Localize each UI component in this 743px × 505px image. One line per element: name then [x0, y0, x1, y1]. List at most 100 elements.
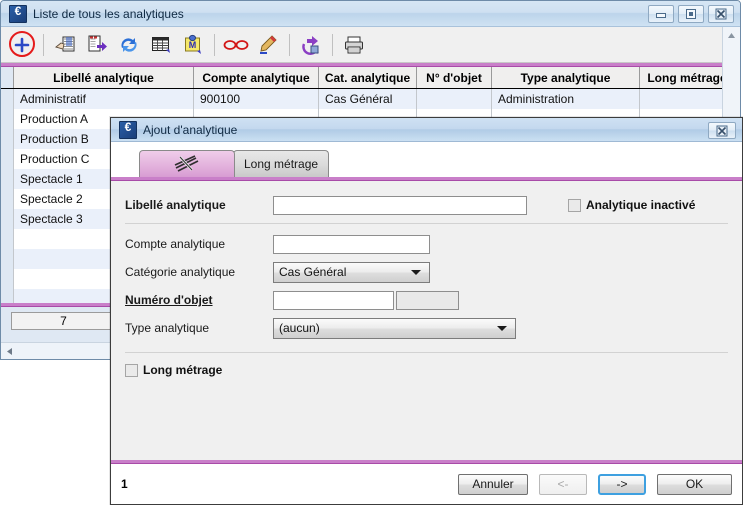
- main-window-titlebar: Liste de tous les analytiques: [1, 1, 740, 27]
- column-header-long-metrage[interactable]: Long métrage: [640, 67, 735, 88]
- long-metrage-checkbox-label: Long métrage: [143, 363, 223, 377]
- record-count-area: 7: [1, 303, 125, 359]
- label-type: Type analytique: [125, 321, 210, 335]
- compte-input[interactable]: [273, 234, 430, 254]
- scroll-left-button[interactable]: [1, 343, 18, 359]
- label-libelle: Libellé analytique: [125, 198, 226, 212]
- maximize-icon: [686, 9, 696, 19]
- column-header-objet[interactable]: N° d'objet: [417, 67, 492, 88]
- dialog-footer: 1 Annuler <- -> OK: [111, 464, 742, 504]
- add-button[interactable]: [7, 30, 37, 60]
- long-metrage-checkbox-wrap[interactable]: Long métrage: [125, 363, 728, 377]
- row-gutter: [1, 269, 14, 289]
- hand-write-icon: [55, 36, 75, 51]
- chevron-up-icon: [728, 33, 735, 38]
- close-icon: [716, 125, 728, 136]
- tab-long-metrage[interactable]: Long métrage: [233, 150, 330, 177]
- table-cell-compte: 900100: [194, 89, 319, 109]
- libelle-input[interactable]: [273, 195, 527, 215]
- row-gutter: [1, 109, 14, 129]
- label-numero-objet: Numéro d'objet: [125, 293, 213, 307]
- row-gutter: [1, 149, 14, 169]
- field-row-type: Type analytique (aucun): [125, 314, 728, 342]
- type-select-value: (aucun): [279, 321, 320, 335]
- scroll-up-button[interactable]: [723, 27, 740, 44]
- dialog-close-button[interactable]: [708, 122, 736, 139]
- row-gutter: [1, 229, 14, 249]
- euro-app-icon-dialog: [119, 120, 137, 139]
- edit-record-button[interactable]: [50, 30, 80, 60]
- table-cell-libelle: Administratif: [14, 89, 194, 109]
- field-row-numero-objet: Numéro d'objet: [125, 286, 728, 314]
- inactif-checkbox-label: Analytique inactivé: [586, 198, 696, 212]
- categorie-select[interactable]: Cas Général: [273, 261, 430, 283]
- cancel-button[interactable]: Annuler: [458, 473, 528, 495]
- chevron-left-icon: [7, 347, 12, 355]
- toolbar-separator-2: [214, 33, 215, 56]
- column-header-libelle[interactable]: Libellé analytique: [14, 67, 194, 88]
- ok-button[interactable]: OK: [657, 473, 732, 495]
- table-cell-categorie: Cas Général: [319, 89, 417, 109]
- maximize-button[interactable]: [678, 5, 704, 23]
- row-gutter-header: [1, 67, 14, 88]
- form-divider-2: [125, 352, 728, 353]
- inactif-checkbox[interactable]: [568, 198, 581, 212]
- column-header-categorie[interactable]: Cat. analytique: [319, 67, 417, 88]
- field-row-compte: Compte analytique: [125, 230, 728, 258]
- refresh-button[interactable]: [114, 30, 144, 60]
- window-buttons: [648, 5, 734, 23]
- column-header-type[interactable]: Type analytique: [492, 67, 640, 88]
- accent-line-bottom-dark: [1, 306, 124, 307]
- tab-general[interactable]: [139, 150, 235, 177]
- numero-objet-input[interactable]: [273, 290, 394, 310]
- table-cell-objet: [417, 89, 492, 109]
- pencil-icon: [260, 34, 277, 54]
- form-divider: [125, 223, 728, 224]
- table-header-row: Libellé analytique Compte analytique Cat…: [1, 67, 740, 89]
- toolbar-separator: [43, 33, 44, 56]
- refresh-icon: [121, 37, 137, 52]
- chevron-down-icon: [497, 326, 507, 331]
- memo-button[interactable]: M: [178, 30, 208, 60]
- note-icon: M: [185, 34, 201, 54]
- add-analytic-dialog: Ajout d'analytique Long métrage: [110, 117, 743, 505]
- printer-icon: [345, 36, 363, 53]
- close-button[interactable]: [708, 5, 734, 23]
- horizontal-scrollbar[interactable]: [1, 342, 125, 359]
- export-button[interactable]: [296, 30, 326, 60]
- next-button[interactable]: ->: [598, 473, 646, 495]
- categorie-select-value: Cas Général: [279, 265, 347, 279]
- row-gutter: [1, 249, 14, 269]
- pencil-button[interactable]: [253, 30, 283, 60]
- screen-root: Liste de tous les analytiques: [0, 0, 743, 505]
- chevron-down-icon: [411, 270, 421, 275]
- svg-text:M: M: [189, 40, 197, 50]
- long-metrage-checkbox[interactable]: [125, 363, 138, 377]
- inactif-checkbox-wrap[interactable]: Analytique inactivé: [568, 198, 695, 212]
- table-cell-long_metrage: [640, 89, 735, 109]
- row-gutter: [1, 89, 14, 109]
- glasses-icon: [223, 39, 249, 50]
- dialog-title: Ajout d'analytique: [143, 122, 238, 137]
- minimize-button[interactable]: [648, 5, 674, 23]
- document-arrow-icon: [88, 35, 107, 51]
- table-cell-type: Administration: [492, 89, 640, 109]
- close-icon: [715, 8, 727, 20]
- analytic-icon: [174, 155, 199, 172]
- print-button[interactable]: [339, 30, 369, 60]
- previous-button: <-: [539, 473, 587, 495]
- duplicate-button[interactable]: [82, 30, 112, 60]
- column-header-compte[interactable]: Compte analytique: [194, 67, 319, 88]
- minimize-icon: [656, 13, 666, 18]
- field-row-categorie: Catégorie analytique Cas Général: [125, 258, 728, 286]
- row-gutter: [1, 129, 14, 149]
- dialog-titlebar: Ajout d'analytique: [111, 118, 742, 142]
- view-button[interactable]: [221, 30, 251, 60]
- grid-button[interactable]: [146, 30, 176, 60]
- table-row[interactable]: Administratif 900100 Cas Général Administra…: [1, 89, 740, 109]
- type-select[interactable]: (aucun): [273, 317, 516, 339]
- toolbar-separator-3: [289, 33, 290, 56]
- export-arrow-icon: [302, 35, 319, 55]
- highlight-circle: [9, 30, 35, 57]
- toolbar-separator-4: [332, 33, 333, 56]
